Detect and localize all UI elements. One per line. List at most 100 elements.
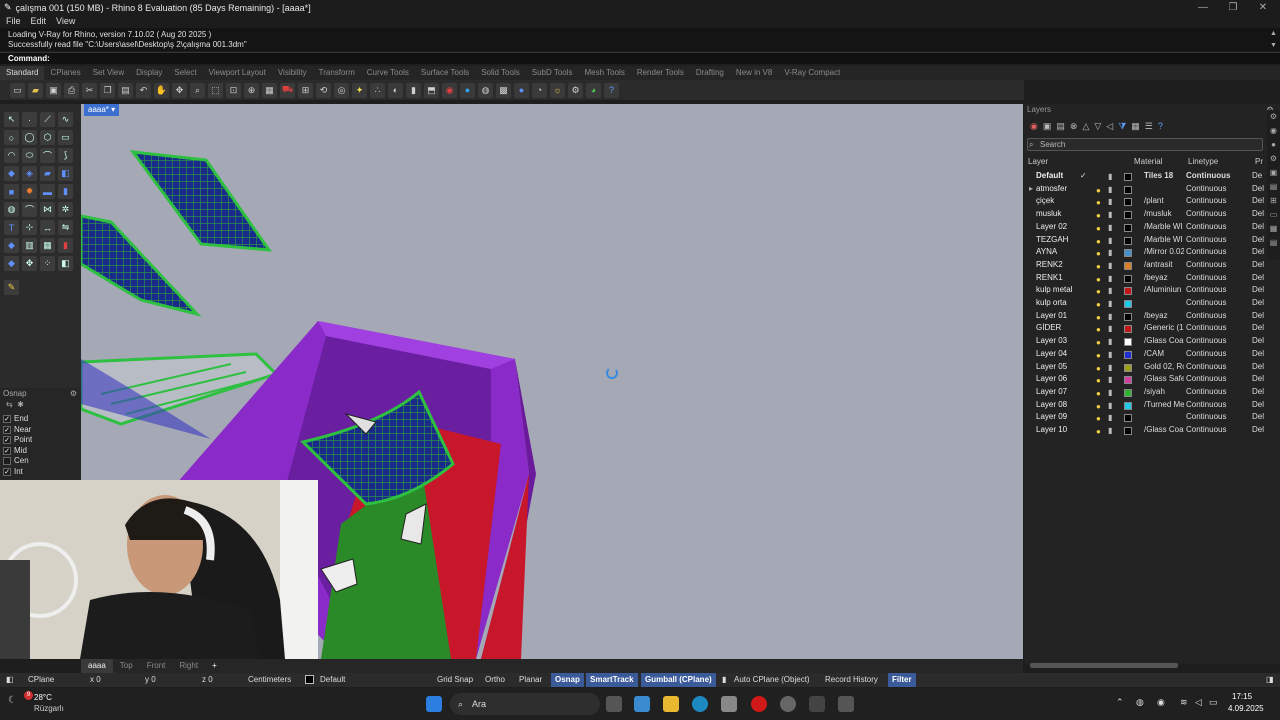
layer-color-swatch[interactable]	[1124, 198, 1132, 207]
lock-icon[interactable]: ▮	[1108, 273, 1112, 286]
layer-print[interactable]: Del	[1252, 361, 1264, 374]
layer-color-swatch[interactable]	[1124, 261, 1132, 270]
trim-icon[interactable]: ⌒	[40, 148, 55, 163]
checkbox[interactable]: ✓	[3, 467, 11, 476]
layer-name[interactable]: AYNA	[1036, 246, 1057, 259]
rectangle-icon[interactable]: ▭	[58, 130, 73, 145]
menu-file[interactable]: File	[6, 15, 21, 28]
temperature[interactable]: 28°C	[34, 693, 52, 702]
layer-color-swatch[interactable]	[1124, 173, 1132, 181]
panel-side-tabs[interactable]: ⚙ ◉ ● ⚙ ▣ ▤ ⊞ ▭ ▦ ▤	[1267, 110, 1280, 260]
tab-front[interactable]: Front	[140, 659, 173, 673]
layer-color-swatch[interactable]	[1124, 312, 1132, 321]
ortho-toggle[interactable]: Ortho	[485, 673, 505, 687]
cut-icon[interactable]: ✂	[82, 82, 97, 98]
circle-icon[interactable]: ○	[4, 130, 19, 145]
polyline-icon[interactable]: ⟋	[40, 112, 55, 127]
layer-linetype[interactable]: Continuous	[1186, 183, 1226, 196]
panel-toggle-right-icon[interactable]: ◨	[1266, 673, 1274, 687]
layer-linetype[interactable]: Continuous	[1186, 373, 1226, 386]
edge-icon[interactable]	[692, 696, 708, 712]
layer-print[interactable]: Del	[1252, 234, 1264, 247]
layer-row[interactable]: Layer 06 ● ▮/Glass Safet Continuous Del	[1024, 373, 1280, 386]
tab-vray-compact[interactable]: V-Ray Compact	[778, 66, 846, 80]
layer-material[interactable]: /Aluminiun	[1144, 284, 1184, 297]
viewport-title-tab[interactable]: aaaa* ▾	[84, 104, 120, 116]
tab-curve-tools[interactable]: Curve Tools	[361, 66, 415, 80]
extrude-icon[interactable]: ▬	[40, 184, 55, 199]
lock-icon[interactable]: ▮	[1108, 425, 1112, 438]
sun-icon[interactable]: ☼	[550, 82, 565, 98]
layer-material[interactable]: /musluk	[1144, 208, 1184, 221]
layer-print[interactable]: Del	[1252, 373, 1264, 386]
mirror-icon[interactable]: ⇋	[58, 220, 73, 235]
save-icon[interactable]: ▣	[46, 82, 61, 98]
layer-print[interactable]: Del	[1252, 208, 1264, 221]
ellipse-icon[interactable]: ⬭	[22, 148, 37, 163]
layer-row[interactable]: AYNA ● ▮/Mirror 0.02 Continuous Del	[1024, 246, 1280, 259]
layer-material[interactable]: Gold 02, Ro	[1144, 361, 1184, 374]
dimension-icon[interactable]: ⊹	[22, 220, 37, 235]
checkbox[interactable]	[3, 457, 11, 466]
render-mesh-icon[interactable]: ◆	[4, 256, 19, 271]
clock-date[interactable]: 4.09.2025	[1228, 704, 1264, 713]
tab-set-view[interactable]: Set View	[87, 66, 130, 80]
lock-icon[interactable]: ▮	[1108, 400, 1112, 413]
block-icon[interactable]: ◧	[58, 256, 73, 271]
tray-chevron-icon[interactable]: ⌃	[1116, 697, 1124, 708]
layer-row[interactable]: Layer 05 ● ▮ Gold 02, Ro Continuous Del	[1024, 361, 1280, 374]
loft-icon[interactable]: ▰	[40, 166, 55, 181]
grid-panel[interactable]	[129, 150, 273, 252]
layer-linetype[interactable]: Continuous	[1186, 348, 1226, 361]
layer-row[interactable]: Layer 02 ● ▮/Marble WI Continuous Del	[1024, 221, 1280, 234]
layer-print[interactable]: Del	[1252, 411, 1264, 424]
tab-select[interactable]: Select	[168, 66, 202, 80]
lock-icon[interactable]: ▮	[1108, 247, 1112, 260]
pan-icon[interactable]: ✋	[154, 82, 169, 98]
boolean-icon[interactable]: ✹	[22, 184, 37, 199]
record-history-toggle[interactable]: Record History	[825, 673, 878, 687]
layer-name[interactable]: Layer 01	[1036, 310, 1067, 323]
menu-icon[interactable]: ☰	[1145, 121, 1153, 132]
col-material[interactable]: Material	[1134, 156, 1162, 169]
lock-icon[interactable]: ▮	[1108, 412, 1112, 425]
osnap-item-int[interactable]: ✓ Int	[0, 467, 81, 478]
rotate-view-icon[interactable]: ⟲	[316, 82, 331, 98]
layer-color-swatch[interactable]	[1124, 185, 1132, 194]
layer-material[interactable]: /CAM	[1144, 348, 1184, 361]
osnap-item-end[interactable]: ✓ End	[0, 414, 81, 425]
tab-viewport-layout[interactable]: Viewport Layout	[203, 66, 272, 80]
zoom-selected-icon[interactable]: ⊕	[244, 82, 259, 98]
tab-solid-tools[interactable]: Solid Tools	[475, 66, 526, 80]
layer-material[interactable]: /beyaz	[1144, 310, 1184, 323]
sphere-icon[interactable]: ●	[514, 82, 529, 98]
new-file-icon[interactable]: ▭	[10, 82, 25, 98]
layer-search-input[interactable]: Search	[1027, 138, 1263, 151]
tray-icon[interactable]: ◉	[1157, 697, 1165, 708]
layer-row[interactable]: Layer 03 ● ▮/Glass Coat Continuous Del	[1024, 335, 1280, 348]
explode-icon[interactable]: ✲	[58, 202, 73, 217]
volume-icon[interactable]: ◁	[1195, 697, 1202, 708]
expand-icon[interactable]: ▸	[1029, 183, 1033, 196]
clock-time[interactable]: 17:15	[1232, 692, 1252, 701]
solid-edit-icon[interactable]: ◆	[4, 238, 19, 253]
offset-icon[interactable]: ⟆	[58, 148, 73, 163]
battery-icon[interactable]: ▭	[1209, 697, 1218, 708]
join-icon[interactable]: ⋈	[40, 202, 55, 217]
layer-color-swatch[interactable]	[1124, 401, 1132, 410]
layer-print[interactable]: Del	[1252, 386, 1264, 399]
layer-color-swatch[interactable]	[1124, 338, 1132, 347]
layer-row[interactable]: çiçek ● ▮/plant Continuous Del	[1024, 195, 1280, 208]
layer-linetype[interactable]: Continuous	[1186, 399, 1226, 412]
checkbox[interactable]: ✓	[3, 425, 11, 434]
checkbox[interactable]: ✓	[3, 446, 11, 455]
undo-icon[interactable]: ↶	[136, 82, 151, 98]
filter-icon[interactable]: ⧩	[1118, 121, 1126, 132]
tab-subd-tools[interactable]: SubD Tools	[526, 66, 579, 80]
layer-name[interactable]: TEZGAH	[1036, 234, 1068, 247]
layer-material[interactable]: Tiles 18	[1144, 170, 1184, 183]
layer-row[interactable]: GİDER ● ▮/Generic (1) Continuous Del	[1024, 322, 1280, 335]
rhino-icon[interactable]	[809, 696, 825, 712]
layer-color-swatch[interactable]	[1124, 223, 1132, 232]
lock-icon[interactable]: ▮	[1108, 374, 1112, 387]
